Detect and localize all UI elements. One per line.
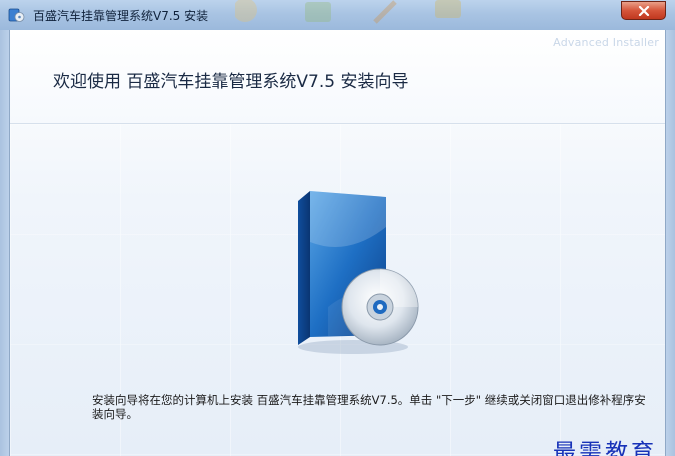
brand-watermark: 最需教育	[553, 440, 657, 456]
welcome-header: Advanced Installer 欢迎使用 百盛汽车挂靠管理系统V7.5 安…	[10, 30, 665, 124]
close-icon	[638, 5, 649, 16]
vendor-watermark: Advanced Installer	[553, 36, 659, 49]
install-description: 安装向导将在您的计算机上安装 百盛汽车挂靠管理系统V7.5。单击 "下一步" 继…	[92, 393, 646, 421]
installer-app-icon	[8, 8, 25, 22]
welcome-heading: 欢迎使用 百盛汽车挂靠管理系统V7.5 安装向导	[53, 72, 409, 92]
window-frame-left	[0, 30, 9, 456]
close-button[interactable]	[621, 1, 666, 20]
window-frame-right	[666, 30, 675, 456]
window-title-bar[interactable]: 百盛汽车挂靠管理系统V7.5 安装	[0, 0, 675, 31]
taskbar-background-icons	[235, 0, 461, 24]
window-title: 百盛汽车挂靠管理系统V7.5 安装	[33, 9, 209, 23]
installer-client-area: Advanced Installer 欢迎使用 百盛汽车挂靠管理系统V7.5 安…	[9, 30, 666, 456]
software-box-with-cd-icon	[298, 191, 419, 354]
